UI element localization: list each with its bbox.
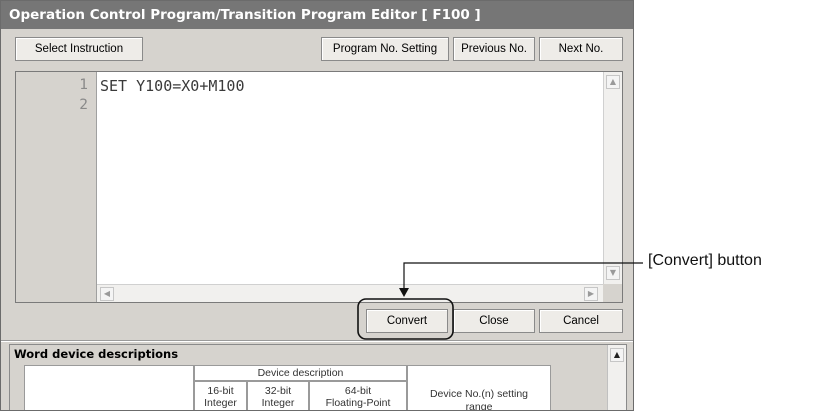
code-editor[interactable]: 1 2 SET Y100=X0+M100 ▲ ▼ ◀ ▶ xyxy=(15,71,623,303)
horizontal-scrollbar[interactable]: ◀ ▶ xyxy=(97,284,603,302)
line-number-gutter: 1 2 xyxy=(16,72,97,302)
scroll-down-icon[interactable]: ▼ xyxy=(606,266,620,280)
device-description-header: Device description xyxy=(194,365,407,381)
col-16bit-header: 16-bit Integer xyxy=(194,381,247,410)
next-no-button[interactable]: Next No. xyxy=(539,37,623,61)
word-device-panel: Word device descriptions Device descript… xyxy=(9,344,627,410)
window-title: Operation Control Program/Transition Pro… xyxy=(1,1,633,29)
divider xyxy=(1,340,633,342)
scrollbar-corner xyxy=(603,284,622,302)
editor-dialog: Operation Control Program/Transition Pro… xyxy=(0,0,634,411)
code-line[interactable]: SET Y100=X0+M100 xyxy=(100,77,245,95)
word-device-scrollbar[interactable]: ▲ xyxy=(607,345,626,410)
convert-button[interactable]: Convert xyxy=(366,309,448,333)
convert-callout-label: [Convert] button xyxy=(648,252,762,269)
scroll-left-icon[interactable]: ◀ xyxy=(100,287,114,301)
scroll-up-icon[interactable]: ▲ xyxy=(610,348,624,362)
col-32bit-header: 32-bit Integer xyxy=(247,381,309,410)
line-number: 2 xyxy=(79,97,88,113)
scroll-right-icon[interactable]: ▶ xyxy=(584,287,598,301)
program-no-setting-button[interactable]: Program No. Setting xyxy=(321,37,449,61)
select-instruction-button[interactable]: Select Instruction xyxy=(15,37,143,61)
cancel-button[interactable]: Cancel xyxy=(539,309,623,333)
word-device-title: Word device descriptions xyxy=(10,345,626,363)
table-blank-cell xyxy=(24,365,194,410)
close-button[interactable]: Close xyxy=(453,309,535,333)
col-64bit-header: 64-bit Floating-Point xyxy=(309,381,407,410)
word-device-table: Device description 16-bit Integer 32-bit… xyxy=(10,363,607,410)
previous-no-button[interactable]: Previous No. xyxy=(453,37,535,61)
line-number: 1 xyxy=(79,77,88,93)
scroll-up-icon[interactable]: ▲ xyxy=(606,75,620,89)
vertical-scrollbar[interactable]: ▲ ▼ xyxy=(603,72,622,284)
setting-range-header: Device No.(n) setting range xyxy=(407,365,551,410)
